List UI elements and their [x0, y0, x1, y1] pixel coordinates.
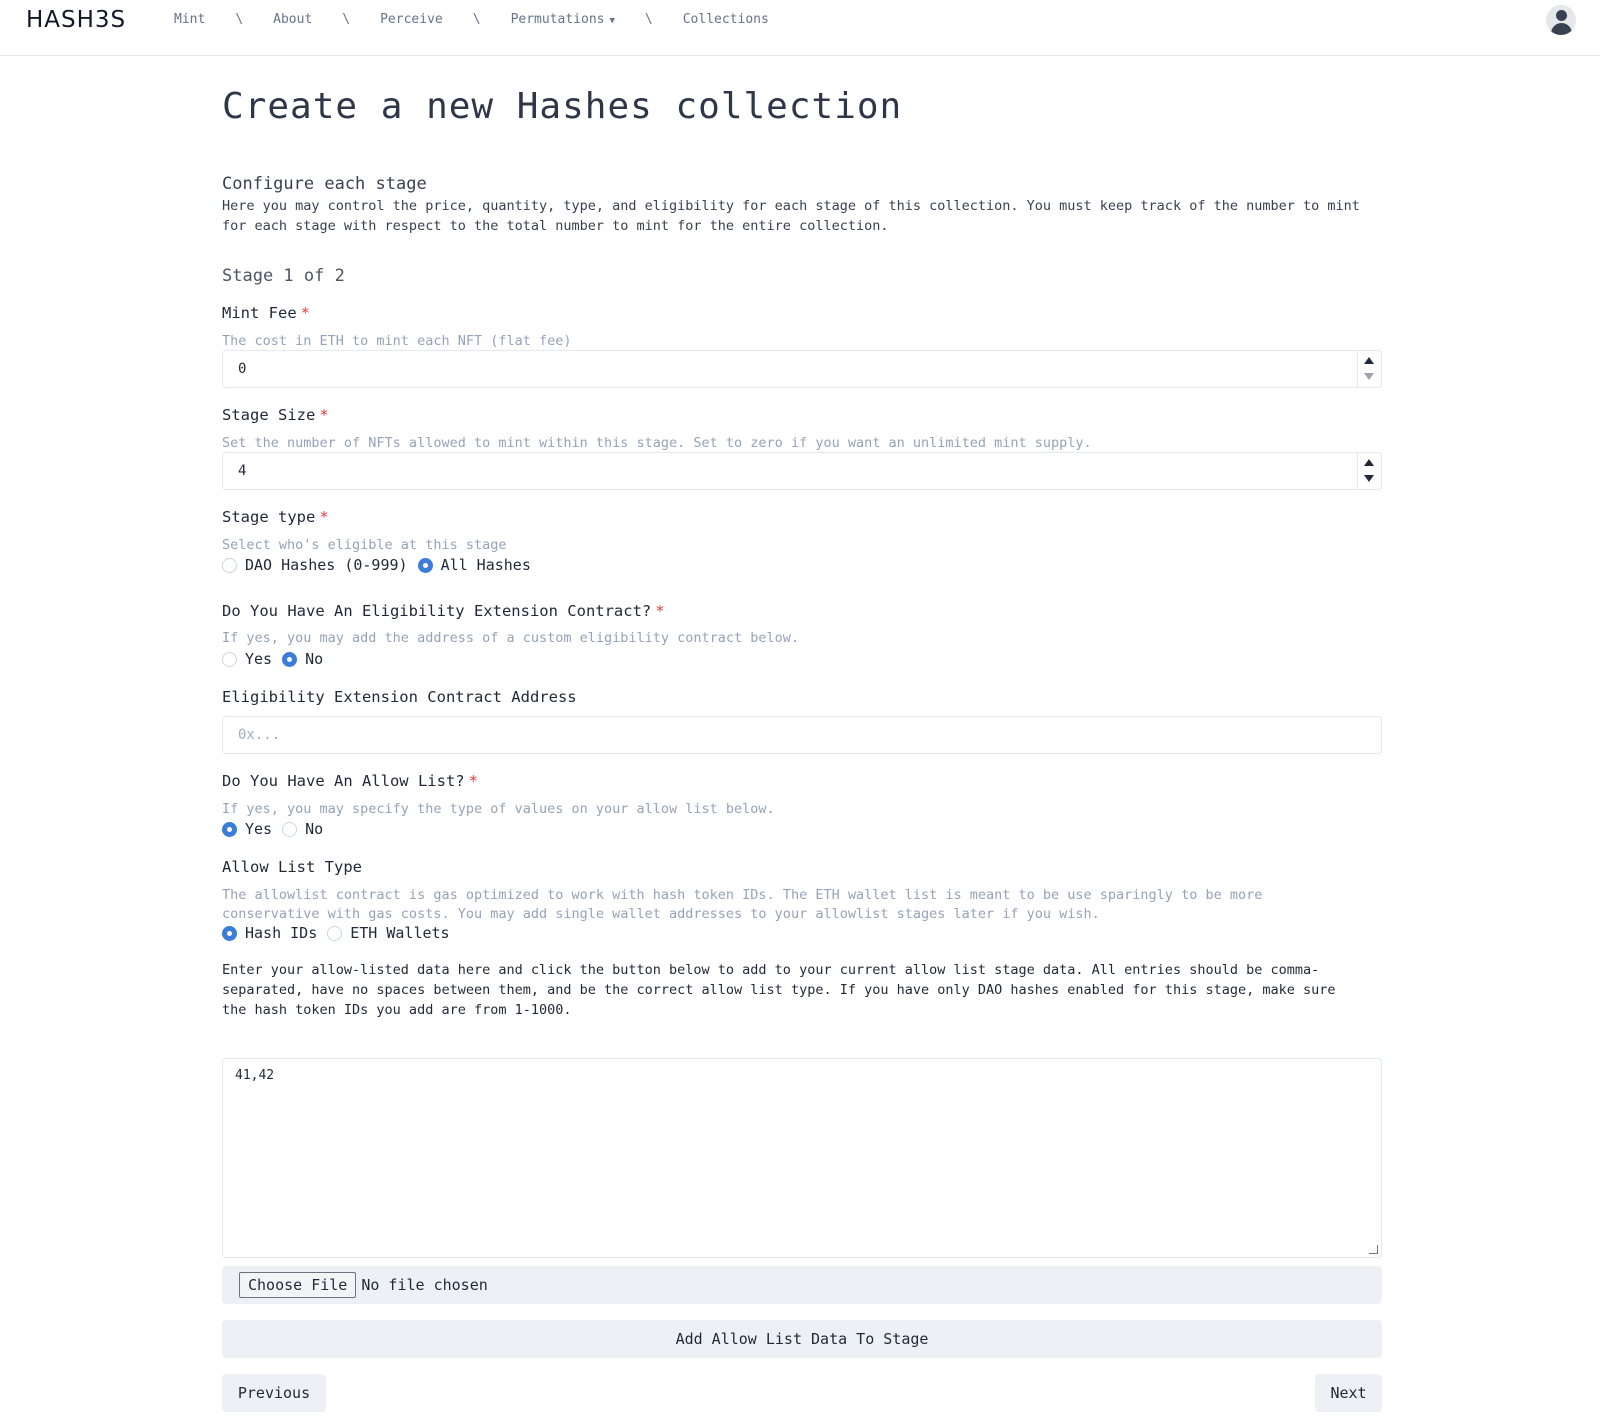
radio-all-hashes[interactable]: [417, 557, 433, 573]
section-title: Configure each stage: [222, 174, 427, 194]
allow-list-option-no[interactable]: No: [282, 820, 323, 838]
stage-indicator: Stage 1 of 2: [222, 266, 345, 286]
stepper-down-icon[interactable]: [1364, 373, 1374, 380]
required-mark: *: [300, 304, 310, 322]
mint-fee-field: [222, 350, 1382, 388]
stage-type-option-dao[interactable]: DAO Hashes (0-999): [222, 556, 408, 574]
stage-size-label: Stage Size *: [222, 406, 329, 424]
stage-size-hint: Set the number of NFTs allowed to mint w…: [222, 435, 1092, 451]
main-nav: Mint \ About \ Perceive \ Permutations ▼ …: [174, 12, 769, 27]
radio-allow-list-yes[interactable]: [222, 821, 237, 837]
required-mark: *: [319, 406, 329, 424]
option-label: Hash IDs: [245, 924, 318, 942]
stage-type-label: Stage type *: [222, 508, 329, 526]
stage-size-field: [222, 452, 1382, 490]
eligibility-option-yes[interactable]: Yes: [222, 650, 272, 668]
next-button[interactable]: Next: [1315, 1374, 1382, 1412]
stage-size-input[interactable]: [223, 453, 1381, 489]
nav-item-perceive[interactable]: Perceive: [380, 12, 443, 27]
chevron-down-icon: ▼: [609, 16, 615, 26]
option-label: ETH Wallets: [350, 924, 450, 942]
allow-list-label-text: Do You Have An Allow List?: [222, 772, 465, 790]
nav-item-about[interactable]: About: [273, 12, 312, 27]
eligibility-extension-label: Do You Have An Eligibility Extension Con…: [222, 602, 665, 620]
eligibility-address-label: Eligibility Extension Contract Address: [222, 688, 577, 706]
section-description: Here you may control the price, quantity…: [222, 198, 1360, 234]
avatar-head-shape: [1556, 10, 1567, 21]
resize-handle-icon[interactable]: [1369, 1245, 1378, 1254]
required-mark: *: [468, 772, 478, 790]
avatar-body-shape: [1551, 23, 1572, 35]
allow-list-data-textarea[interactable]: 41,42: [223, 1059, 1381, 1257]
radio-allow-list-no[interactable]: [282, 821, 298, 837]
eligibility-address-field: [222, 716, 1382, 754]
file-upload-row: Choose File No file chosen: [222, 1266, 1382, 1304]
allow-list-type-hint: The allowlist contract is gas optimized …: [222, 887, 1263, 922]
eligibility-extension-hint: If yes, you may add the address of a cus…: [222, 630, 800, 646]
mint-fee-label: Mint Fee *: [222, 304, 310, 322]
previous-button[interactable]: Previous: [222, 1374, 326, 1412]
stage-type-hint: Select who's eligible at this stage: [222, 537, 507, 553]
stage-type-option-all[interactable]: All Hashes: [417, 556, 531, 574]
user-avatar-icon[interactable]: [1546, 5, 1576, 35]
allow-list-hint: If yes, you may specify the type of valu…: [222, 801, 775, 817]
nav-separator: \: [342, 12, 351, 27]
required-mark: *: [655, 602, 665, 620]
option-label: Yes: [245, 820, 273, 838]
nav-item-permutations[interactable]: Permutations ▼: [511, 12, 615, 27]
option-label: Yes: [245, 650, 273, 668]
stepper-up-icon[interactable]: [1364, 459, 1374, 466]
allow-list-type-option-hash-ids[interactable]: Hash IDs: [222, 924, 317, 942]
eligibility-address-input[interactable]: [223, 717, 1381, 753]
eligibility-extension-label-text: Do You Have An Eligibility Extension Con…: [222, 602, 652, 620]
choose-file-button[interactable]: Choose File: [239, 1272, 357, 1298]
radio-eligibility-no[interactable]: [282, 651, 298, 667]
nav-item-collections[interactable]: Collections: [683, 12, 769, 27]
allow-list-type-options: Hash IDs ETH Wallets: [222, 924, 460, 942]
option-label: DAO Hashes (0-999): [245, 556, 408, 574]
radio-hash-ids[interactable]: [222, 925, 237, 941]
allow-list-label: Do You Have An Allow List? *: [222, 772, 478, 790]
eligibility-extension-options: Yes No: [222, 650, 333, 668]
nav-separator: \: [235, 12, 244, 27]
site-logo[interactable]: HASH3S: [26, 7, 126, 33]
stepper-up-icon[interactable]: [1364, 357, 1374, 364]
file-status: No file chosen: [361, 1276, 488, 1294]
allow-list-option-yes[interactable]: Yes: [222, 820, 272, 838]
nav-separator: \: [644, 12, 653, 27]
eligibility-option-no[interactable]: No: [282, 650, 323, 668]
allow-list-type-option-eth-wallets[interactable]: ETH Wallets: [327, 924, 450, 942]
allow-list-options: Yes No: [222, 820, 333, 838]
add-allow-list-data-button[interactable]: Add Allow List Data To Stage: [222, 1320, 1382, 1358]
mint-fee-input[interactable]: [223, 351, 1381, 387]
allow-list-instructions: Enter your allow-listed data here and cl…: [222, 962, 1336, 1018]
mint-fee-hint: The cost in ETH to mint each NFT (flat f…: [222, 333, 572, 349]
option-label: No: [305, 650, 324, 668]
mint-fee-label-text: Mint Fee: [222, 304, 297, 322]
nav-item-permutations-label: Permutations: [510, 12, 605, 27]
mint-fee-stepper[interactable]: [1357, 351, 1381, 387]
stepper-down-icon[interactable]: [1364, 475, 1374, 482]
stage-type-label-text: Stage type: [222, 508, 316, 526]
nav-item-mint[interactable]: Mint: [174, 12, 205, 27]
stage-type-options: DAO Hashes (0-999) All Hashes: [222, 556, 541, 574]
stage-size-stepper[interactable]: [1357, 453, 1381, 489]
option-label: All Hashes: [440, 556, 531, 574]
radio-dao-hashes[interactable]: [222, 557, 237, 573]
required-mark: *: [319, 508, 329, 526]
radio-eth-wallets[interactable]: [327, 925, 343, 941]
allow-list-data-field: 41,42: [222, 1058, 1382, 1258]
nav-separator: \: [472, 12, 481, 27]
radio-eligibility-yes[interactable]: [222, 651, 237, 667]
stage-size-label-text: Stage Size: [222, 406, 316, 424]
allow-list-type-label: Allow List Type: [222, 858, 362, 876]
option-label: No: [305, 820, 324, 838]
page-title: Create a new Hashes collection: [222, 86, 903, 127]
top-navbar: HASH3S Mint \ About \ Perceive \ Permuta…: [0, 0, 1600, 56]
